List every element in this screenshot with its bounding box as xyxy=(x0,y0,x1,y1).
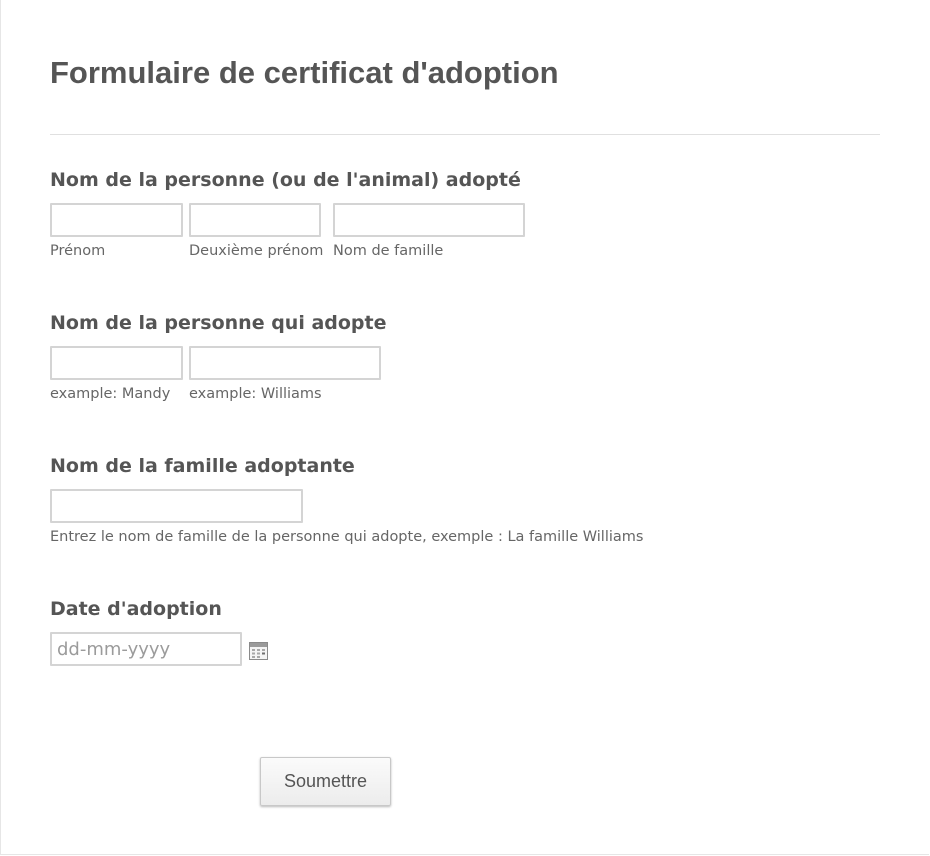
adopted-last-name-input[interactable] xyxy=(333,203,525,237)
adopter-last-name-sublabel: example: Williams xyxy=(189,386,322,402)
adopted-first-name-input[interactable] xyxy=(50,203,183,237)
calendar-icon[interactable] xyxy=(249,642,268,660)
adoption-date-input[interactable] xyxy=(50,632,242,666)
family-name-label: Nom de la famille adoptante xyxy=(50,455,355,477)
adopted-last-name-sublabel: Nom de famille xyxy=(333,243,444,259)
adopter-first-name-sublabel: example: Mandy xyxy=(50,386,171,402)
adopter-last-name-input[interactable] xyxy=(189,346,381,380)
submit-button[interactable]: Soumettre xyxy=(260,757,391,806)
form-title: Formulaire de certificat d'adoption xyxy=(50,55,559,90)
adopted-middle-name-sublabel: Deuxième prénom xyxy=(189,243,324,259)
adoption-date-label: Date d'adoption xyxy=(50,598,222,620)
family-name-input[interactable] xyxy=(50,489,303,523)
header-divider xyxy=(50,134,880,135)
adopted-middle-name-input[interactable] xyxy=(189,203,321,237)
page-border xyxy=(0,0,929,855)
family-name-hint: Entrez le nom de famille de la personne … xyxy=(50,529,644,545)
adopted-name-label: Nom de la personne (ou de l'animal) adop… xyxy=(50,169,521,191)
adopter-name-label: Nom de la personne qui adopte xyxy=(50,312,387,334)
adopter-first-name-input[interactable] xyxy=(50,346,183,380)
adopted-first-name-sublabel: Prénom xyxy=(50,243,106,259)
